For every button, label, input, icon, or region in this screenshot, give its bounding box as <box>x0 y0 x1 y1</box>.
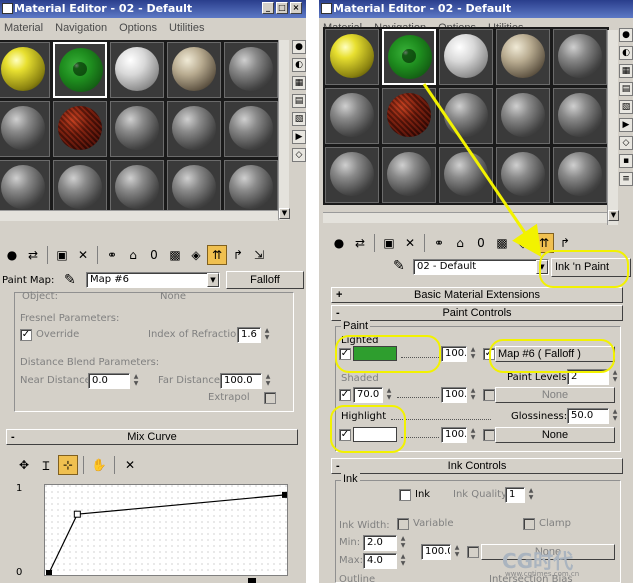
watermark-url: www.cgtimes.com.cn <box>505 570 580 578</box>
annotation-arrow <box>422 83 542 257</box>
